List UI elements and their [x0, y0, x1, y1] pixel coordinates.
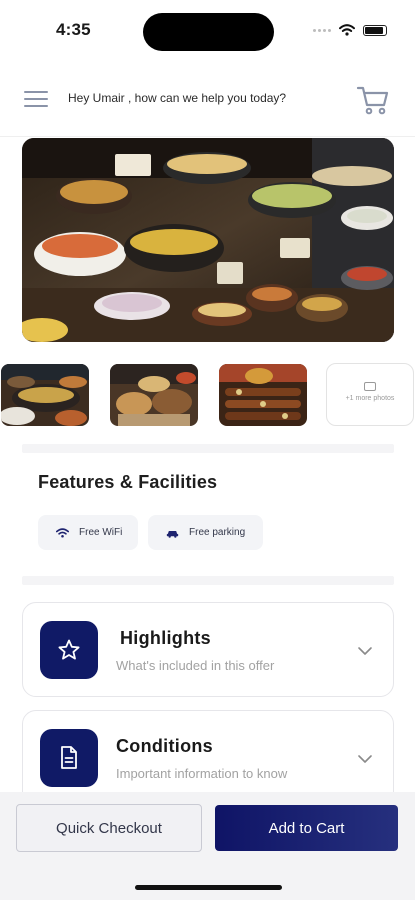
conditions-icon-box — [40, 729, 98, 787]
wifi-status-icon — [339, 24, 355, 36]
home-indicator[interactable] — [135, 885, 282, 890]
car-icon — [166, 530, 179, 538]
feature-chip-label: Free WiFi — [79, 527, 123, 538]
cart-icon[interactable] — [356, 84, 390, 116]
photo-icon — [364, 382, 376, 391]
status-time: 4:35 — [56, 20, 91, 39]
menu-button[interactable] — [24, 89, 48, 109]
highlights-icon-box — [40, 621, 98, 679]
section-divider — [22, 576, 394, 585]
gallery-thumbnail-3[interactable] — [219, 364, 307, 426]
status-bar: 4:35 — [0, 0, 415, 62]
dynamic-island — [143, 13, 274, 51]
feature-chip-label: Free parking — [189, 527, 246, 538]
wifi-icon — [56, 527, 69, 538]
highlights-title: Highlights — [120, 628, 211, 648]
greeting-text: Hey Umair , how can we help you today? — [68, 91, 287, 105]
hero-buffet-image[interactable] — [22, 138, 394, 342]
cellular-signal-icon — [313, 28, 331, 32]
document-icon — [61, 746, 77, 769]
chevron-down-icon[interactable] — [357, 646, 373, 656]
battery-icon — [363, 24, 387, 36]
quick-checkout-button[interactable]: Quick Checkout — [16, 804, 202, 852]
chevron-down-icon[interactable] — [357, 754, 373, 764]
conditions-title: Conditions — [116, 736, 213, 756]
feature-chip-wifi: Free WiFi — [38, 515, 138, 550]
features-title: Features & Facilities — [38, 472, 218, 492]
add-to-cart-button[interactable]: Add to Cart — [215, 805, 398, 851]
highlights-subtitle: What's included in this offer — [116, 658, 275, 673]
more-photos-button[interactable]: +1 more photos — [326, 363, 414, 426]
section-divider — [22, 444, 394, 453]
highlights-card[interactable]: Highlights What's included in this offer — [22, 602, 394, 697]
feature-chip-parking: Free parking — [148, 515, 263, 550]
star-icon — [58, 639, 80, 660]
more-photos-label: +1 more photos — [345, 395, 395, 402]
status-icons — [313, 24, 387, 36]
conditions-subtitle: Important information to know — [116, 766, 288, 781]
gallery-thumbnail-1[interactable] — [1, 364, 89, 426]
gallery-thumbnail-2[interactable] — [110, 364, 198, 426]
